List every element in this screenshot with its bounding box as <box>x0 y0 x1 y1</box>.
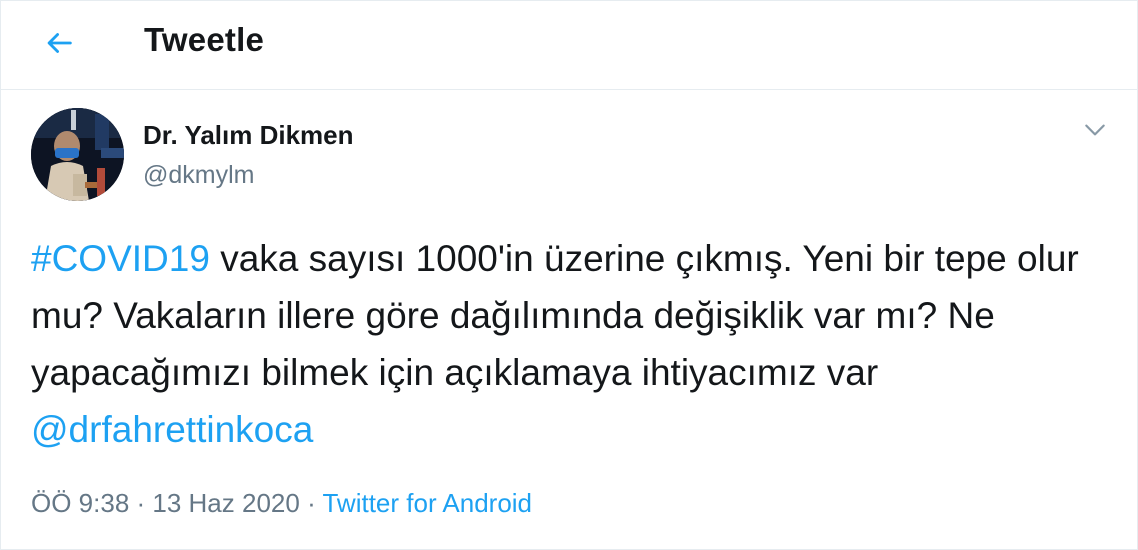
meta-separator: · <box>129 488 153 518</box>
page-title: Tweetle <box>144 21 264 58</box>
tweet: Dr. Yalım Dikmen @dkmylm #COVID19 vaka s… <box>1 90 1137 549</box>
author-handle[interactable]: @dkmylm <box>143 161 255 190</box>
tweet-text: #COVID19 vaka sayısı 1000'in üzerine çık… <box>31 230 1111 458</box>
tweet-source-link[interactable]: Twitter for Android <box>322 488 532 518</box>
author-name[interactable]: Dr. Yalım Dikmen <box>143 120 354 151</box>
tweet-page: Tweetle Dr. Yalım Dikmen @dkmylm #COVID1… <box>0 0 1138 550</box>
tweet-metadata: ÖÖ 9:38 · 13 Haz 2020 · Twitter for Andr… <box>31 488 532 519</box>
tweet-time[interactable]: ÖÖ 9:38 <box>31 488 129 518</box>
tweet-menu-button[interactable] <box>1077 114 1113 150</box>
avatar[interactable] <box>31 108 124 201</box>
hashtag-link[interactable]: #COVID19 <box>31 238 210 279</box>
tweet-date[interactable]: 13 Haz 2020 <box>152 488 299 518</box>
back-button[interactable] <box>29 15 89 75</box>
page-header: Tweetle <box>1 1 1137 90</box>
mention-link[interactable]: @drfahrettinkoca <box>31 409 313 450</box>
meta-separator: · <box>299 488 323 518</box>
arrow-left-icon <box>42 26 76 65</box>
chevron-down-icon <box>1082 117 1108 148</box>
